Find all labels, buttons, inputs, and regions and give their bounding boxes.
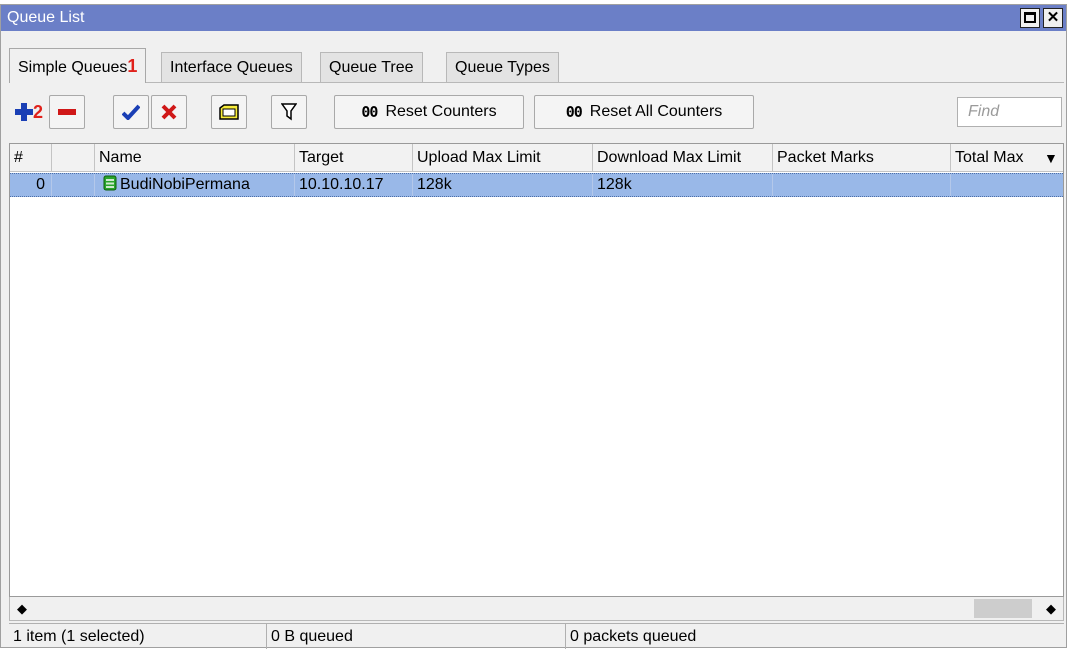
tab-queue-tree[interactable]: Queue Tree <box>320 52 423 83</box>
tab-interface-queues[interactable]: Interface Queues <box>161 52 302 83</box>
column-header-upload-max-limit[interactable]: Upload Max Limit <box>413 144 593 172</box>
scroll-left-button[interactable]: ◆ <box>10 597 34 620</box>
column-header-download-max-limit[interactable]: Download Max Limit <box>593 144 773 172</box>
queue-icon <box>103 175 117 191</box>
tab-simple-queues[interactable]: Simple Queues1 <box>9 48 147 83</box>
status-bar: 1 item (1 selected) 0 B queued 0 packets… <box>9 623 1064 649</box>
plus-icon <box>14 103 33 121</box>
column-header-name[interactable]: Name <box>95 144 295 172</box>
disable-button[interactable] <box>151 95 187 129</box>
queue-list-window: Queue List ✕ Simple Queues1 Interface Qu… <box>0 4 1067 649</box>
status-items: 1 item (1 selected) <box>9 623 267 649</box>
tab-label: Interface Queues <box>170 59 293 76</box>
tab-queue-types[interactable]: Queue Types <box>446 52 559 83</box>
reset-all-counters-button[interactable]: 00 Reset All Counters <box>534 95 754 129</box>
column-header-target[interactable]: Target <box>295 144 413 172</box>
close-button[interactable]: ✕ <box>1043 8 1063 28</box>
scroll-right-button[interactable]: ◆ <box>1039 597 1063 620</box>
column-menu-icon[interactable]: ▼ <box>1041 144 1063 172</box>
comment-button[interactable] <box>211 95 247 129</box>
row-upload-max-limit: 128k <box>413 174 593 196</box>
queue-table: # Name Target Upload Max Limit Download … <box>9 143 1064 597</box>
column-header-packet-marks[interactable]: Packet Marks <box>773 144 951 172</box>
annotation-marker-2: 2 <box>32 101 43 122</box>
status-queued: 0 B queued <box>267 623 566 649</box>
row-flags <box>52 174 95 196</box>
window-title: Queue List <box>7 9 85 26</box>
row-packet-marks <box>773 174 951 196</box>
horizontal-scrollbar[interactable]: ◆ ◆ <box>9 597 1064 621</box>
enable-button[interactable] <box>113 95 149 129</box>
add-button[interactable]: 2 <box>11 95 47 129</box>
maximize-icon <box>1024 12 1036 23</box>
scroll-thumb[interactable] <box>974 599 1032 618</box>
find-input[interactable]: Find <box>957 97 1062 127</box>
column-header-flags[interactable] <box>52 144 95 172</box>
reset-counters-button[interactable]: 00 Reset Counters <box>334 95 524 129</box>
counter-icon: 00 <box>361 103 378 121</box>
row-name: BudiNobiPermana <box>95 174 295 196</box>
status-packets: 0 packets queued <box>566 623 1064 649</box>
maximize-button[interactable] <box>1020 8 1040 28</box>
row-number: 0 <box>10 174 52 196</box>
counter-icon: 00 <box>565 103 583 121</box>
reset-all-counters-label: Reset All Counters <box>589 103 723 120</box>
row-total-max <box>951 174 1063 196</box>
column-header-number[interactable]: # <box>10 144 52 172</box>
tab-label: Queue Types <box>455 59 550 76</box>
column-header-total-max[interactable]: Total Max <box>951 144 1041 172</box>
row-target: 10.10.10.17 <box>295 174 413 196</box>
reset-counters-label: Reset Counters <box>385 103 497 120</box>
checkmark-icon <box>122 104 140 120</box>
filter-icon <box>281 103 297 121</box>
row-download-max-limit: 128k <box>593 174 773 196</box>
annotation-marker-1: 1 <box>127 56 138 76</box>
cross-icon <box>161 104 177 120</box>
remove-button[interactable] <box>49 95 85 129</box>
close-icon: ✕ <box>1046 9 1060 26</box>
toolbar: 2 00 Reset Counters 00 Reset All Counter… <box>9 93 1064 133</box>
table-row[interactable]: 0 BudiNobiPermana 10.10.10.17 128k 128k <box>10 173 1063 197</box>
table-header: # Name Target Upload Max Limit Download … <box>10 144 1063 172</box>
tab-divider <box>9 82 1064 83</box>
minus-icon <box>58 109 76 115</box>
comment-icon <box>219 104 239 120</box>
queue-name: BudiNobiPermana <box>120 176 250 193</box>
tab-label: Simple Queues <box>18 59 128 76</box>
filter-button[interactable] <box>271 95 307 129</box>
tab-label: Queue Tree <box>329 59 414 76</box>
title-bar[interactable]: Queue List ✕ <box>1 5 1066 31</box>
